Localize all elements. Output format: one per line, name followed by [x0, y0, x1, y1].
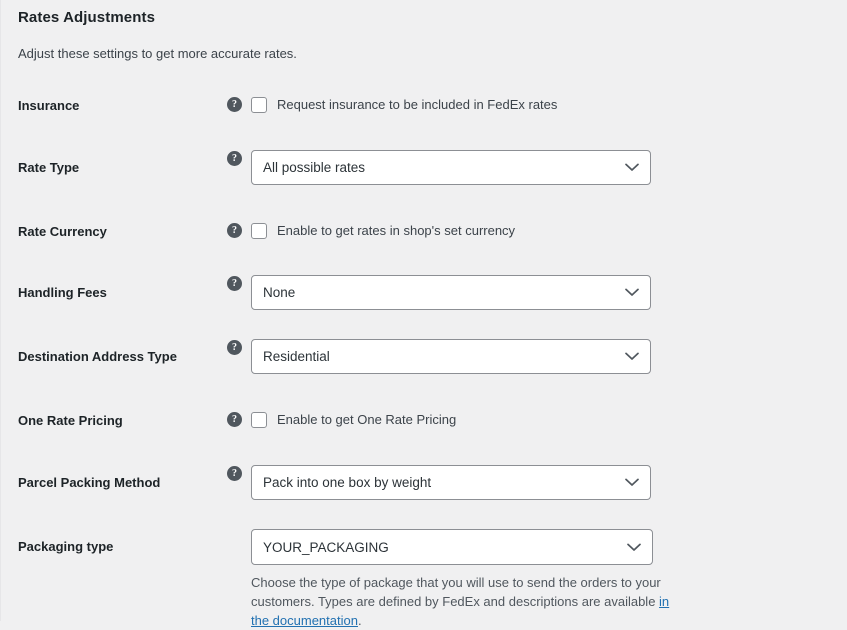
select-handling-fees[interactable]: None: [251, 275, 651, 310]
row-field-destination-address-type: ? Residential: [227, 339, 847, 374]
help-icon[interactable]: ?: [227, 340, 242, 355]
help-icon[interactable]: ?: [227, 151, 242, 166]
row-label-handling-fees: Handling Fees: [18, 285, 107, 300]
field-description-text-before: Choose the type of package that you will…: [251, 575, 661, 609]
chevron-down-icon: [627, 530, 641, 564]
chevron-down-icon: [625, 466, 639, 499]
row-field-insurance: ? Request insurance to be included in Fed…: [227, 96, 847, 114]
rates-adjustments-page: Rates Adjustments Adjust these settings …: [0, 0, 847, 628]
help-icon[interactable]: ?: [227, 412, 242, 427]
select-value-rate-type: All possible rates: [263, 160, 366, 175]
row-field-one-rate-pricing: ? Enable to get One Rate Pricing: [227, 411, 847, 429]
row-field-parcel-packing-method: ? Pack into one box by weight: [227, 465, 847, 500]
checkbox-group-rate-currency: Enable to get rates in shop's set curren…: [251, 222, 515, 240]
select-value-packaging-type: YOUR_PACKAGING: [263, 539, 389, 555]
row-label-parcel-packing-method: Parcel Packing Method: [18, 475, 161, 490]
checkbox-group-insurance: Request insurance to be included in FedE…: [251, 96, 557, 114]
checkbox-label-rate-currency[interactable]: Enable to get rates in shop's set curren…: [277, 222, 515, 240]
select-value-destination-address-type: Residential: [263, 349, 330, 364]
checkbox-group-one-rate-pricing: Enable to get One Rate Pricing: [251, 411, 456, 429]
help-icon[interactable]: ?: [227, 276, 242, 291]
chevron-down-icon: [625, 276, 639, 309]
select-destination-address-type[interactable]: Residential: [251, 339, 651, 374]
row-field-packaging-type: YOUR_PACKAGING: [227, 529, 847, 565]
row-label-rate-type: Rate Type: [18, 160, 80, 175]
row-field-handling-fees: ? None: [227, 275, 847, 310]
row-label-insurance: Insurance: [18, 98, 80, 113]
page-title: Rates Adjustments: [18, 9, 156, 26]
row-label-one-rate-pricing: One Rate Pricing: [18, 413, 123, 428]
select-parcel-packing-method[interactable]: Pack into one box by weight: [251, 465, 651, 500]
row-label-packaging-type: Packaging type: [18, 539, 114, 554]
select-value-handling-fees: None: [263, 285, 296, 300]
row-label-destination-address-type: Destination Address Type: [18, 349, 177, 364]
help-icon[interactable]: ?: [227, 466, 242, 481]
row-label-rate-currency: Rate Currency: [18, 224, 107, 239]
section-header: Rates Adjustments Adjust these settings …: [18, 8, 718, 63]
checkbox-insurance[interactable]: [251, 97, 267, 113]
select-packaging-type[interactable]: YOUR_PACKAGING: [251, 529, 653, 565]
row-field-rate-currency: ? Enable to get rates in shop's set curre…: [227, 222, 847, 240]
select-value-parcel-packing-method: Pack into one box by weight: [263, 475, 432, 490]
checkbox-rate-currency[interactable]: [251, 223, 267, 239]
row-field-rate-type: ? All possible rates: [227, 150, 847, 185]
help-icon[interactable]: ?: [227, 97, 242, 112]
checkbox-one-rate-pricing[interactable]: [251, 412, 267, 428]
chevron-down-icon: [625, 151, 639, 184]
chevron-down-icon: [625, 340, 639, 373]
section-description: Adjust these settings to get more accura…: [18, 46, 297, 61]
field-description-packaging-type: Choose the type of package that you will…: [251, 573, 671, 630]
checkbox-label-one-rate-pricing[interactable]: Enable to get One Rate Pricing: [277, 411, 456, 429]
help-icon[interactable]: ?: [227, 223, 242, 238]
select-rate-type[interactable]: All possible rates: [251, 150, 651, 185]
checkbox-label-insurance[interactable]: Request insurance to be included in FedE…: [277, 96, 557, 114]
